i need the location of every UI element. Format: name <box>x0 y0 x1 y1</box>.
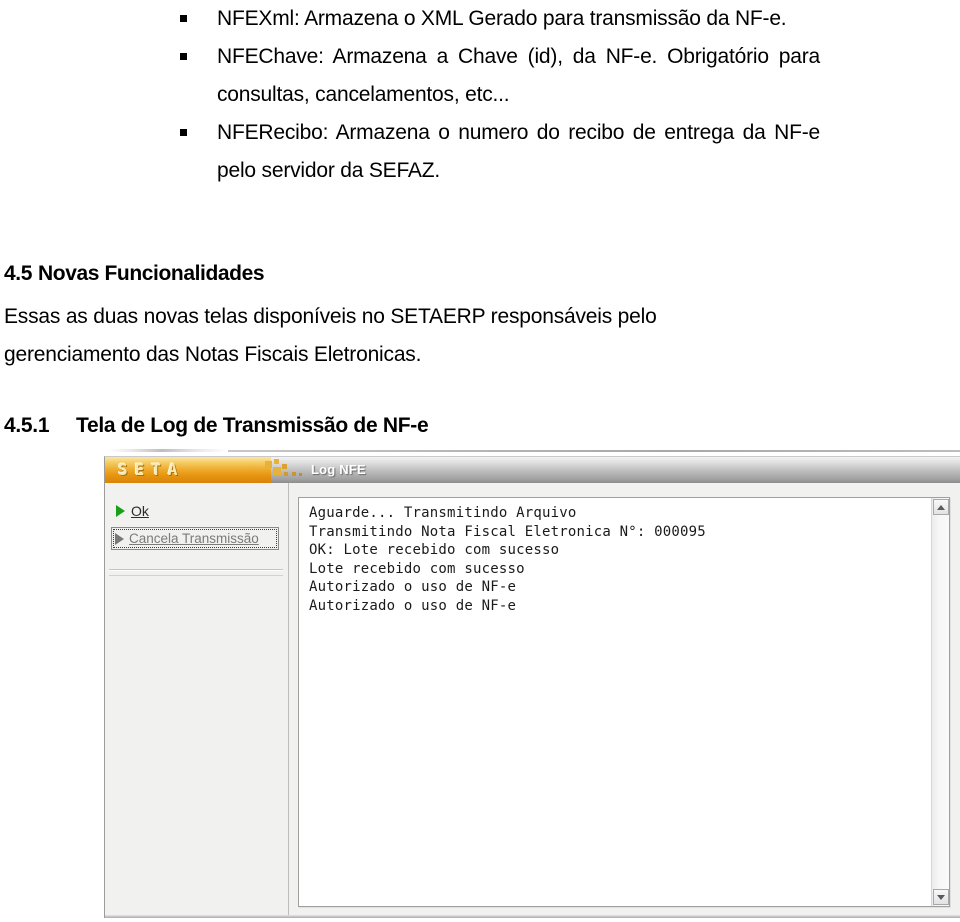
action-sidebar: Ok Cancela Transmissão <box>105 483 289 918</box>
bullet-square-icon <box>180 53 187 60</box>
log-scrollbar[interactable] <box>931 498 949 906</box>
list-item-text: NFEChave: Armazena a Chave (id), da NF-e… <box>217 45 820 106</box>
list-item-text: NFEXml: Armazena o XML Gerado para trans… <box>217 7 787 30</box>
section-paragraph: Essas as duas novas telas disponíveis no… <box>4 298 818 336</box>
paragraph-line-2: gerenciamento das Notas Fiscais Eletroni… <box>4 343 422 366</box>
seta-logo: SETA <box>118 460 185 479</box>
list-item: NFERecibo: Armazena o numero do recibo d… <box>178 114 820 190</box>
section-title: Novas Funcionalidades <box>38 262 265 285</box>
play-triangle-icon <box>115 532 124 545</box>
ok-button[interactable]: Ok <box>113 501 152 521</box>
scan-artifact-line-right <box>228 450 960 452</box>
section-heading-45: 4.5 Novas Funcionalidades <box>4 262 265 286</box>
window-title: Log NFE <box>311 462 366 477</box>
subsection-title: Tela de Log de Transmissão de NF-e <box>76 414 429 437</box>
list-item-text: NFERecibo: Armazena o numero do recibo d… <box>217 121 820 182</box>
section-number: 4.5 <box>4 262 32 285</box>
log-nfe-window: SETA Log NFE Ok Cancela Transmissão Agua… <box>104 456 960 918</box>
scroll-down-button[interactable] <box>933 889 949 905</box>
sidebar-divider <box>109 569 283 571</box>
scroll-down-arrow-icon <box>937 894 945 900</box>
window-body: Ok Cancela Transmissão Aguarde... Transm… <box>105 483 960 918</box>
paragraph-line-1: Essas as duas novas telas disponíveis no… <box>4 305 657 328</box>
section-paragraph-cont: gerenciamento das Notas Fiscais Eletroni… <box>4 336 818 374</box>
play-triangle-icon <box>116 505 125 517</box>
bullet-square-icon <box>180 129 187 136</box>
sidebar-divider-secondary <box>109 575 283 576</box>
scroll-up-arrow-icon <box>937 504 945 510</box>
window-titlebar: SETA Log NFE <box>105 457 960 483</box>
cancel-transmission-label: Cancela Transmissão <box>129 531 259 546</box>
window-bottom-edge <box>105 915 960 918</box>
list-item: NFEXml: Armazena o XML Gerado para trans… <box>178 0 820 38</box>
list-item: NFEChave: Armazena a Chave (id), da NF-e… <box>178 38 820 114</box>
cancel-transmission-button[interactable]: Cancela Transmissão <box>111 527 279 550</box>
scan-artifact-line <box>108 449 228 452</box>
subsection-number: 4.5.1 <box>4 414 50 437</box>
bullet-list: NFEXml: Armazena o XML Gerado para trans… <box>178 0 820 190</box>
ok-button-label: Ok <box>131 503 149 519</box>
bullet-square-icon <box>180 15 187 22</box>
scroll-up-button[interactable] <box>933 499 949 515</box>
pixel-decoration-icon <box>263 457 309 483</box>
log-panel: Aguarde... Transmitindo Arquivo Transmit… <box>298 497 950 907</box>
section-heading-451: 4.5.1 Tela de Log de Transmissão de NF-e <box>4 414 429 438</box>
log-textarea[interactable]: Aguarde... Transmitindo Arquivo Transmit… <box>309 504 927 904</box>
